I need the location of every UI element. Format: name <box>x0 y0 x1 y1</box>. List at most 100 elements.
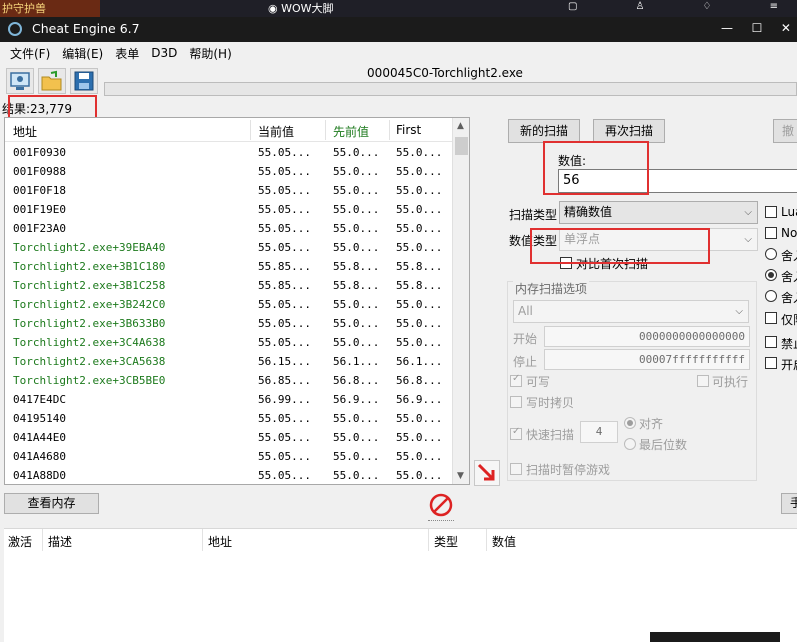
result-first-value: 55.0... <box>396 146 443 159</box>
menu-help[interactable]: 帮助(H) <box>189 45 231 62</box>
result-address: 041A88D0 <box>13 469 66 482</box>
background-windows-strip: 护守护兽 ◉ WOW大脚 ▢ ♙ ♢ ≡ <box>0 0 797 17</box>
col-address[interactable]: 地址 <box>208 533 232 550</box>
save-button[interactable] <box>70 68 98 94</box>
minimize-button[interactable]: — <box>721 21 733 35</box>
next-scan-button[interactable]: 再次扫描 <box>593 119 665 143</box>
col-value[interactable]: 数值 <box>492 533 516 550</box>
result-current-value: 56.15... <box>258 355 311 368</box>
lua-checkbox[interactable] <box>765 206 777 218</box>
col-first[interactable]: First <box>396 123 421 137</box>
scroll-up-icon[interactable]: ▲ <box>457 121 464 131</box>
open-process-button[interactable] <box>6 68 34 94</box>
col-address[interactable]: 地址 <box>13 123 37 140</box>
result-address: 001F23A0 <box>13 222 66 235</box>
truncated-radio[interactable] <box>765 290 777 302</box>
address-list[interactable]: 激活 描述 地址 类型 数值 <box>4 528 797 642</box>
executable-checkbox[interactable] <box>697 375 709 387</box>
executable-label: 可执行 <box>712 375 749 389</box>
result-address: 001F0988 <box>13 165 66 178</box>
process-name: 000045C0-Torchlight2.exe <box>367 66 523 80</box>
result-current-value: 55.85... <box>258 260 311 273</box>
result-row[interactable]: Torchlight2.exe+3CA5638 56.15... 56.1... 56… <box>5 352 452 371</box>
result-previous-value: 55.0... <box>333 298 380 311</box>
result-address: Torchlight2.exe+3B633B0 <box>13 317 166 330</box>
result-previous-value: 55.0... <box>333 146 380 159</box>
col-type[interactable]: 类型 <box>434 533 458 550</box>
result-address: Torchlight2.exe+3C4A638 <box>13 336 166 349</box>
writable-checkbox[interactable] <box>510 373 522 387</box>
view-memory-button[interactable]: 查看内存 <box>4 493 99 514</box>
result-row[interactable]: 0417E4DC 56.99... 56.9... 56.9... <box>5 390 452 409</box>
last-digits-radio[interactable] <box>624 438 636 450</box>
result-previous-value: 55.0... <box>333 222 380 235</box>
menu-d3d[interactable]: D3D <box>151 46 177 60</box>
undo-scan-button[interactable]: 撤 <box>773 119 797 143</box>
result-row[interactable]: Torchlight2.exe+3CB5BE0 56.85... 56.8... 56… <box>5 371 452 390</box>
wow-label: WOW大脚 <box>281 2 334 15</box>
result-previous-value: 55.0... <box>333 431 380 444</box>
scan-type-value: 精确数值 <box>564 205 613 219</box>
menu-file[interactable]: 文件(F) <box>10 45 50 62</box>
enable-label: 开启 <box>781 358 797 372</box>
col-description[interactable]: 描述 <box>48 533 72 550</box>
scan-type-select[interactable]: 精确数值 ⌵ <box>559 201 758 224</box>
window-controls: — ☐ ✕ <box>721 21 791 35</box>
result-row[interactable]: 001F23A0 55.05... 55.0... 55.0... <box>5 219 452 238</box>
scan-results-list[interactable]: 地址 当前值 先前值 First 001F0930 55.05... 55.0...… <box>4 117 470 485</box>
add-to-list-button[interactable] <box>474 460 500 486</box>
result-first-value: 55.0... <box>396 203 443 216</box>
open-file-button[interactable] <box>38 68 66 94</box>
disable-checkbox[interactable] <box>765 336 777 348</box>
result-row[interactable]: 04195140 55.05... 55.0... 55.0... <box>5 409 452 428</box>
result-first-value: 56.1... <box>396 355 443 368</box>
result-row[interactable]: 001F19E0 55.05... 55.0... 55.0... <box>5 200 452 219</box>
enable-checkbox[interactable] <box>765 357 777 369</box>
result-first-value: 56.8... <box>396 374 443 387</box>
result-row[interactable]: Torchlight2.exe+3B633B0 55.05... 55.0... 55… <box>5 314 452 333</box>
scroll-down-icon[interactable]: ▼ <box>457 471 464 481</box>
result-first-value: 55.0... <box>396 450 443 463</box>
fast-scan-checkbox[interactable] <box>510 426 522 440</box>
scroll-thumb[interactable] <box>455 137 468 155</box>
result-row[interactable]: 041A44E0 55.05... 55.0... 55.0... <box>5 428 452 447</box>
copy-on-write-checkbox[interactable] <box>510 396 522 408</box>
only-checkbox[interactable] <box>765 312 777 324</box>
result-row[interactable]: Torchlight2.exe+39EBA40 55.05... 55.0... 55… <box>5 238 452 257</box>
menu-edit[interactable]: 编辑(E) <box>62 45 103 62</box>
rounded-radio-2[interactable] <box>765 269 777 281</box>
maximize-button[interactable]: ☐ <box>752 21 763 35</box>
not-checkbox[interactable] <box>765 227 777 239</box>
result-row[interactable]: 041A4680 55.05... 55.0... 55.0... <box>5 447 452 466</box>
rounded-label-2: 舍入 <box>781 270 797 284</box>
result-row[interactable]: 041A88D0 55.05... 55.0... 55.0... <box>5 466 452 484</box>
align-radio[interactable] <box>624 417 636 429</box>
result-row[interactable]: 001F0F18 55.05... 55.0... 55.0... <box>5 181 452 200</box>
fast-scan-alignment-field[interactable]: 4 <box>580 421 618 443</box>
col-active[interactable]: 激活 <box>8 533 32 550</box>
result-row[interactable]: 001F0988 55.05... 55.0... 55.0... <box>5 162 452 181</box>
add-address-manually-button[interactable]: 手 <box>781 493 797 514</box>
col-previous[interactable]: 先前值 <box>333 123 369 140</box>
title-bar: Cheat Engine 6.7 — ☐ ✕ <box>0 17 797 42</box>
new-scan-button[interactable]: 新的扫描 <box>508 119 580 143</box>
clear-list-button[interactable] <box>428 492 454 518</box>
rounded-radio-1[interactable] <box>765 248 777 260</box>
results-scrollbar[interactable]: ▲ ▼ <box>452 118 469 484</box>
close-button[interactable]: ✕ <box>781 21 791 35</box>
stop-address-field[interactable]: 00007fffffffffff <box>544 349 750 370</box>
memory-region-select[interactable]: All ⌵ <box>513 300 749 323</box>
result-current-value: 55.05... <box>258 184 311 197</box>
results-rows: 001F0930 55.05... 55.0... 55.0... 001F0988 55… <box>5 143 452 484</box>
result-row[interactable]: 001F0930 55.05... 55.0... 55.0... <box>5 143 452 162</box>
result-row[interactable]: Torchlight2.exe+3C4A638 55.05... 55.0... 55… <box>5 333 452 352</box>
result-row[interactable]: Torchlight2.exe+3B1C180 55.85... 55.8... 55… <box>5 257 452 276</box>
splitter-handle[interactable] <box>428 520 454 523</box>
menu-table[interactable]: 表单 <box>115 45 139 62</box>
result-previous-value: 56.9... <box>333 393 380 406</box>
result-row[interactable]: Torchlight2.exe+3B242C0 55.05... 55.0... 55… <box>5 295 452 314</box>
pause-game-checkbox[interactable] <box>510 463 522 475</box>
result-row[interactable]: Torchlight2.exe+3B1C258 55.85... 55.8... 55… <box>5 276 452 295</box>
col-current[interactable]: 当前值 <box>258 123 294 140</box>
start-address-field[interactable]: 0000000000000000 <box>544 326 750 347</box>
